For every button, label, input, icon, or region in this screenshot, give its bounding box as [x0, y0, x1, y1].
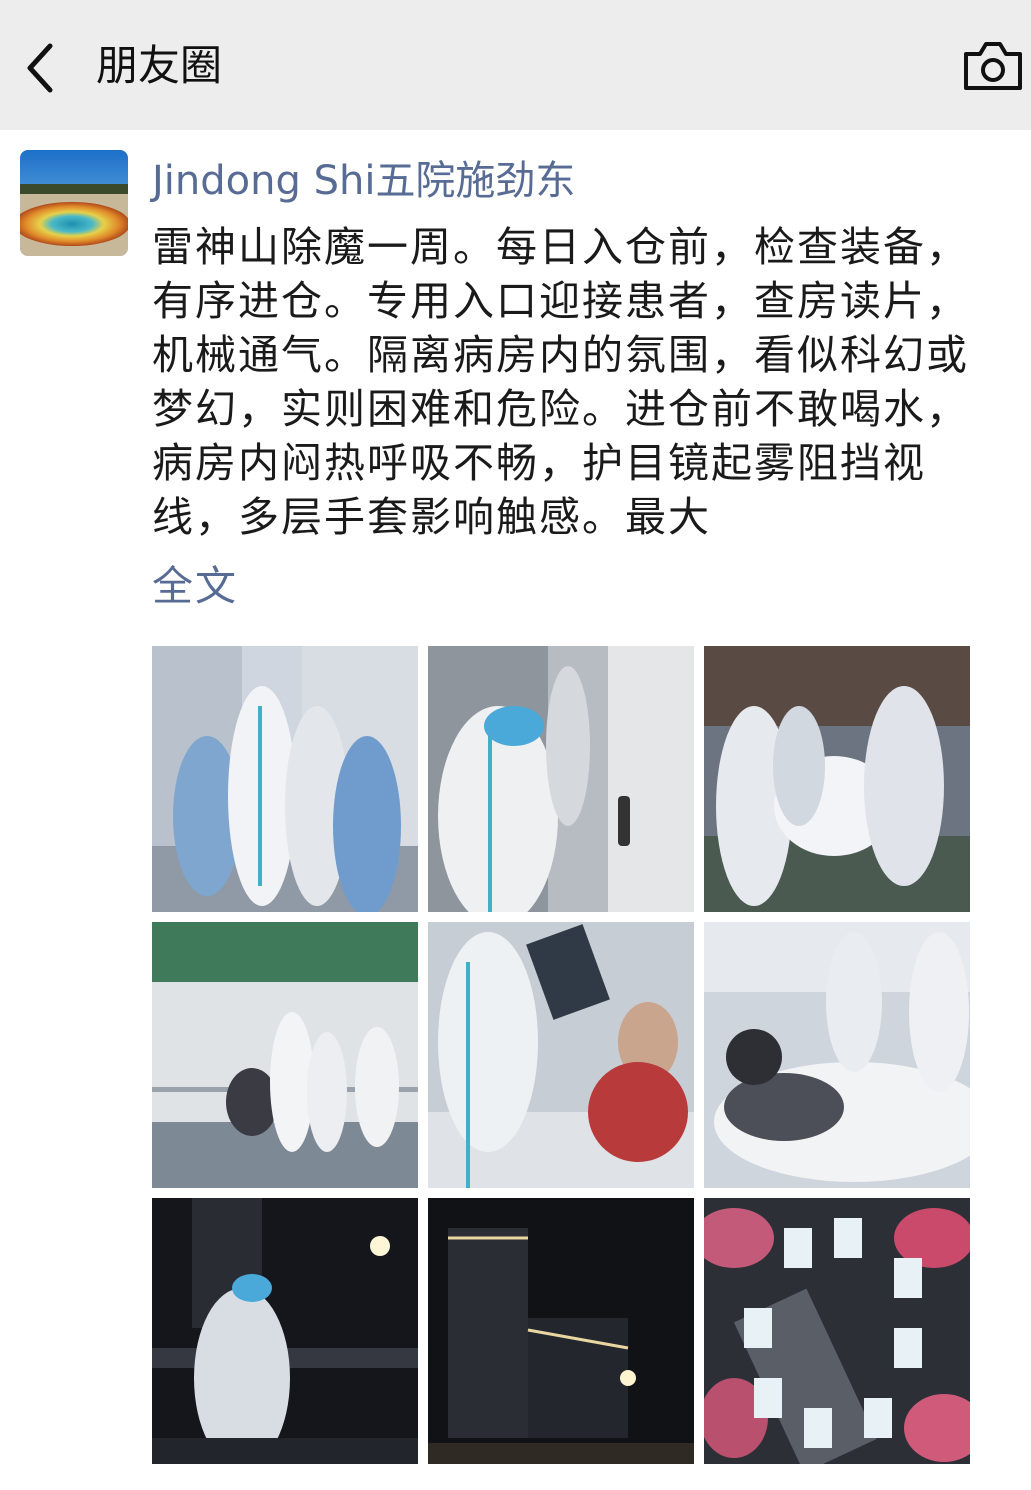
camera-button[interactable] — [960, 40, 1026, 94]
author-name[interactable]: Jindong Shi五院施劲东 — [152, 152, 575, 210]
back-button[interactable] — [18, 36, 70, 96]
photo-grid — [152, 646, 972, 1464]
chevron-left-icon — [27, 43, 53, 93]
photo-thumbnail[interactable] — [704, 922, 970, 1188]
photo-thumbnail[interactable] — [428, 646, 694, 912]
photo-thumbnail[interactable] — [152, 922, 418, 1188]
photo-image — [428, 646, 694, 912]
photo-image — [152, 1198, 418, 1464]
photo-image — [704, 1198, 970, 1464]
photo-image — [428, 1198, 694, 1464]
top-bar: 朋友圈 — [0, 0, 1031, 130]
photo-thumbnail[interactable] — [428, 1198, 694, 1464]
photo-image — [152, 922, 418, 1188]
expand-full-text-link[interactable]: 全文 — [152, 558, 238, 614]
photo-image — [428, 922, 694, 1188]
post-text: 雷神山除魔一周。每日入仓前，检查装备，有序进仓。专用入口迎接患者，查房读片，机械… — [152, 223, 969, 541]
photo-thumbnail[interactable] — [152, 1198, 418, 1464]
photo-image — [152, 646, 418, 912]
photo-image — [704, 646, 970, 912]
photo-thumbnail[interactable] — [152, 646, 418, 912]
author-avatar[interactable] — [20, 150, 128, 256]
photo-thumbnail[interactable] — [704, 1198, 970, 1464]
page-title: 朋友圈 — [96, 41, 223, 90]
photo-image — [704, 922, 970, 1188]
camera-icon — [964, 42, 1022, 90]
avatar-image — [20, 150, 128, 256]
photo-thumbnail[interactable] — [704, 646, 970, 912]
photo-thumbnail[interactable] — [428, 922, 694, 1188]
